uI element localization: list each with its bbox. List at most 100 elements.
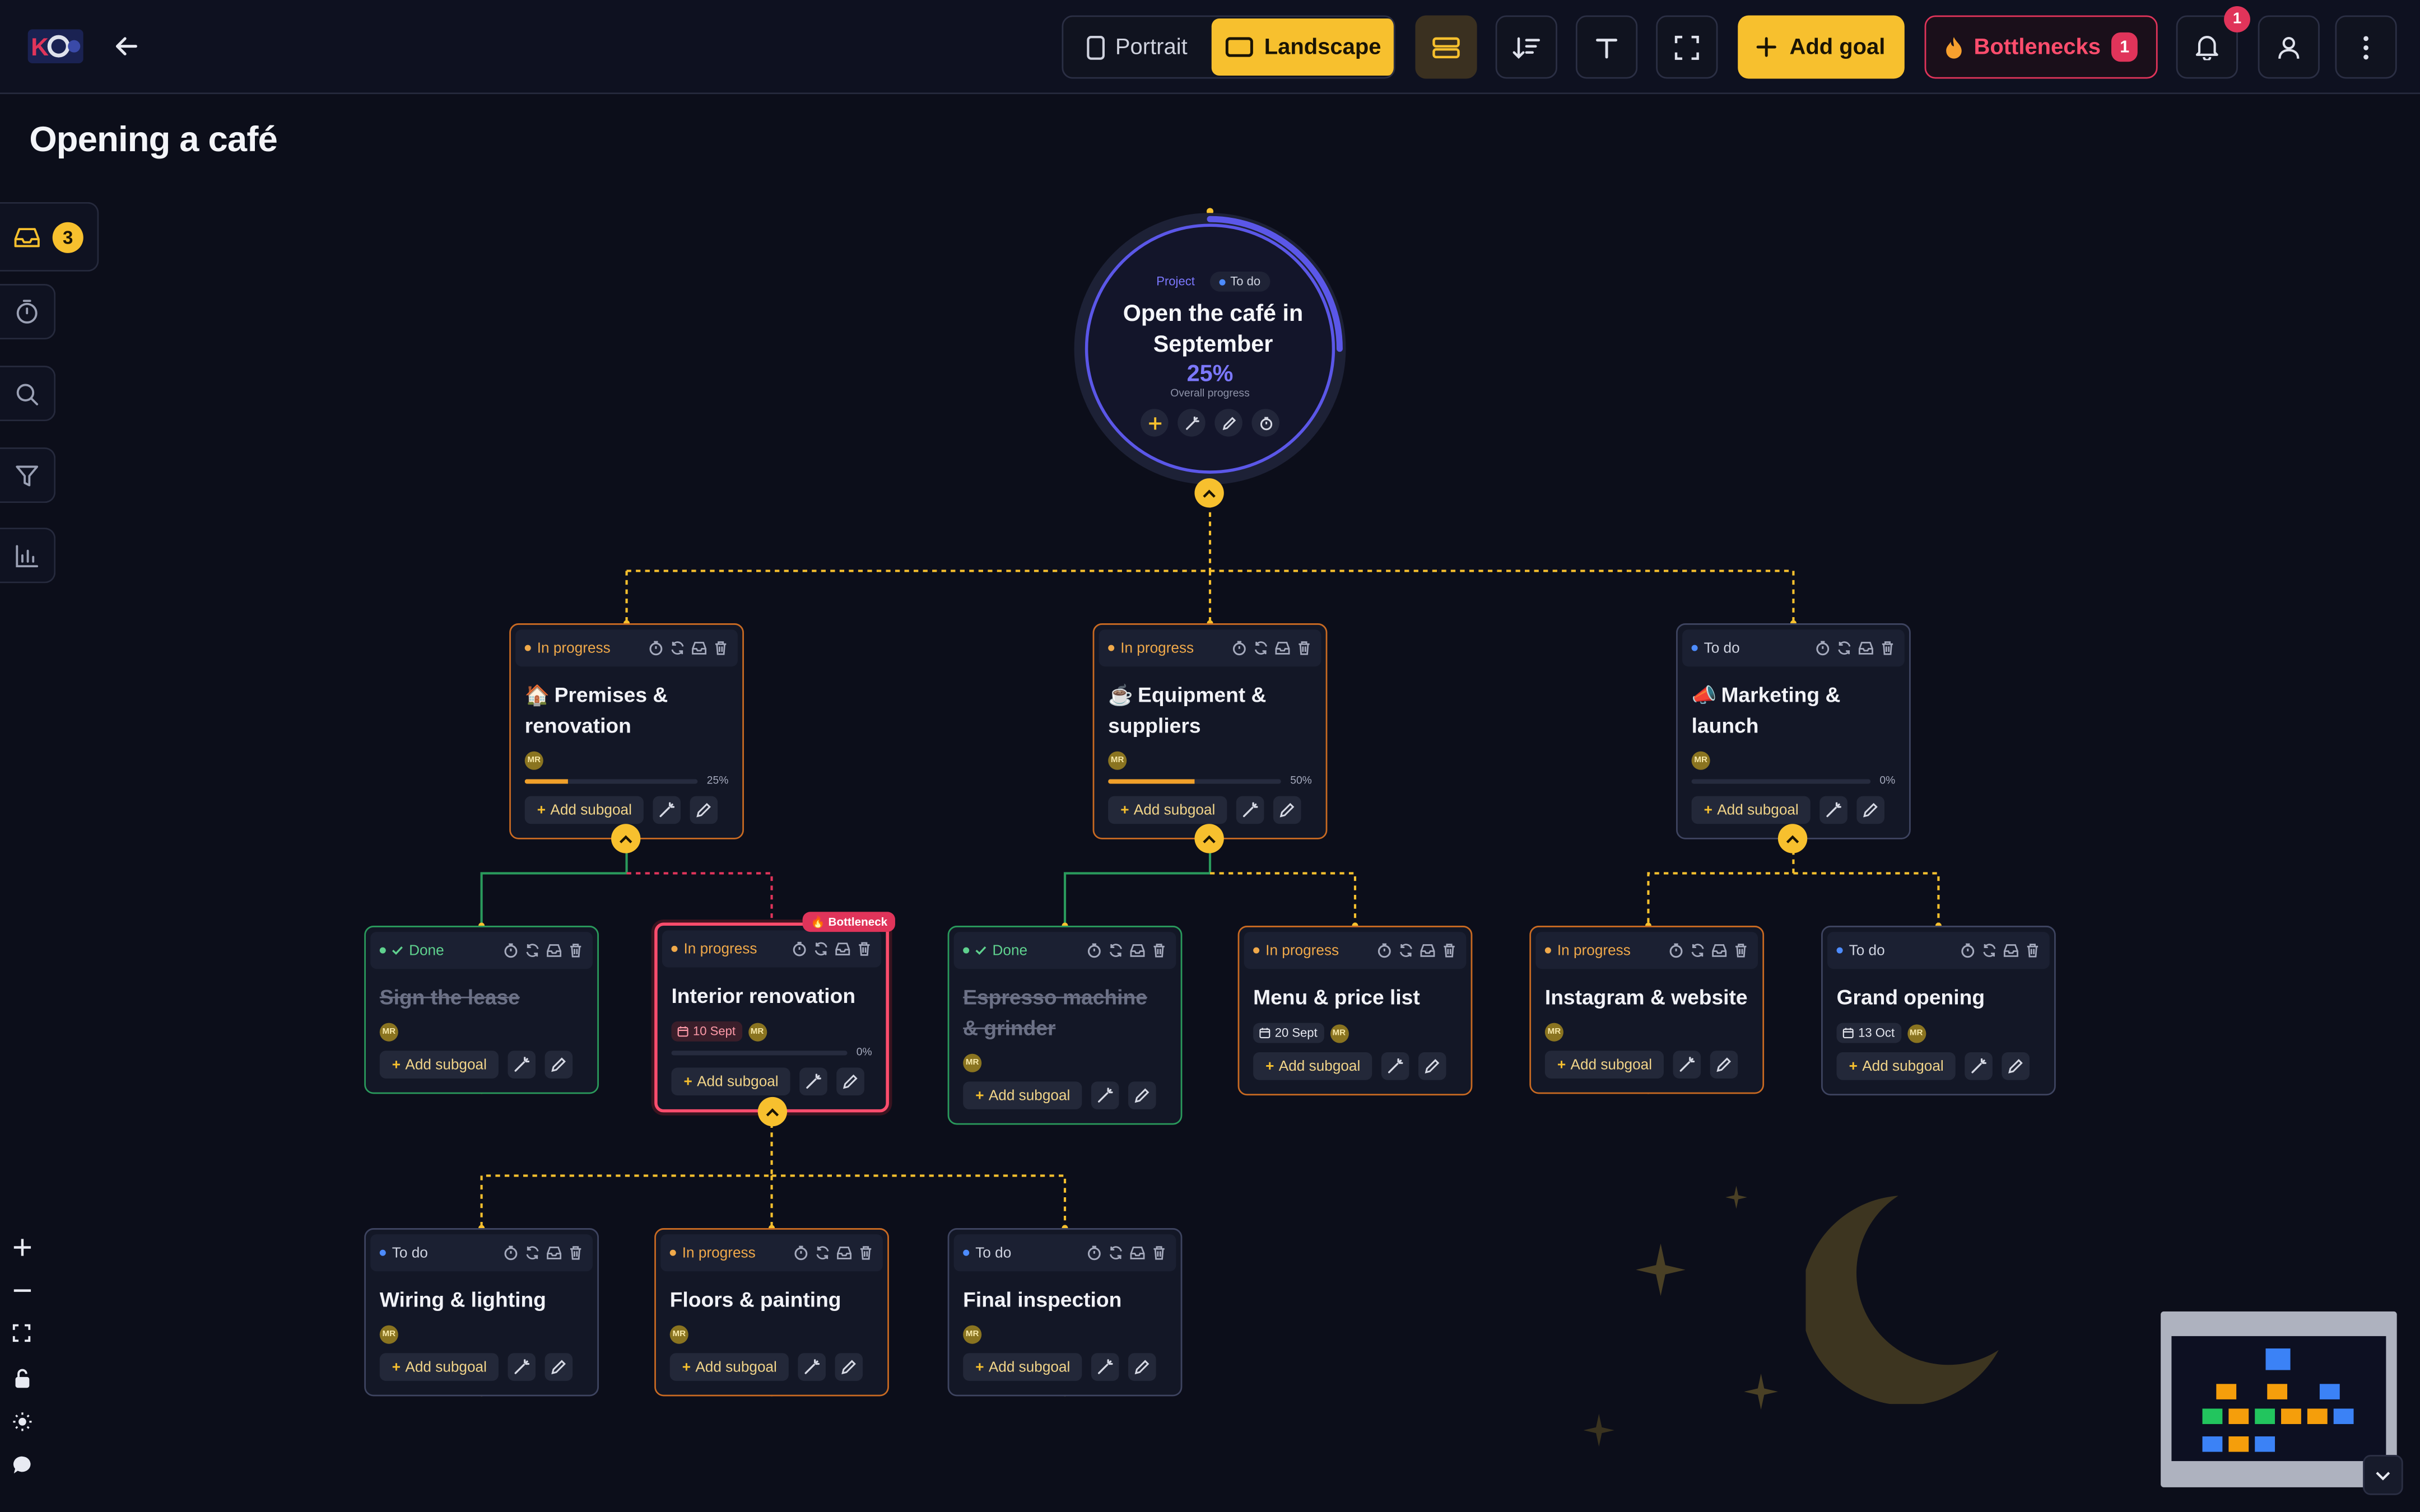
ai-assist-button[interactable] bbox=[1091, 1353, 1120, 1381]
more-menu-button[interactable] bbox=[2335, 15, 2397, 79]
root-goal-node[interactable]: Project To do Open the café in September… bbox=[1085, 223, 1335, 474]
collapse-interior-button[interactable] bbox=[757, 1096, 788, 1127]
bottlenecks-button[interactable]: Bottlenecks 1 bbox=[1924, 15, 2158, 79]
status-pill[interactable]: In progress bbox=[1108, 640, 1194, 656]
add-subgoal-button[interactable]: + Add subgoal bbox=[1253, 1052, 1373, 1080]
goal-card-interior[interactable]: 🔥 Bottleneck In progress Interior renovati… bbox=[654, 912, 895, 1113]
trash-icon[interactable] bbox=[568, 942, 584, 958]
ai-assist-button[interactable] bbox=[798, 1353, 827, 1381]
avatar[interactable]: MR bbox=[963, 1325, 982, 1344]
edit-button[interactable] bbox=[835, 1353, 864, 1381]
search-button[interactable] bbox=[0, 365, 56, 422]
trash-icon[interactable] bbox=[1151, 1245, 1167, 1261]
stopwatch-icon[interactable] bbox=[648, 640, 664, 656]
goal-card-premises[interactable]: In progress 🏠 Premises & renovation MR 25% + A… bbox=[509, 623, 744, 839]
status-pill[interactable]: In progress bbox=[1544, 942, 1631, 959]
edit-button[interactable] bbox=[1274, 796, 1302, 824]
stopwatch-icon[interactable] bbox=[1377, 942, 1393, 958]
goal-card-grand[interactable]: To do Grand opening 13 Oct MR + Add subgoal bbox=[1821, 926, 2056, 1096]
notifications-button[interactable]: 1 bbox=[2176, 6, 2250, 79]
stopwatch-icon[interactable] bbox=[1668, 942, 1684, 958]
ai-assist-button[interactable] bbox=[1673, 1051, 1702, 1079]
trash-icon[interactable] bbox=[858, 1245, 874, 1261]
goal-card-inspection[interactable]: To do Final inspection MR + Add subgoal bbox=[947, 1228, 1183, 1397]
edit-button[interactable] bbox=[1129, 1353, 1157, 1381]
ai-assist-button[interactable] bbox=[508, 1353, 537, 1381]
ai-assist-button[interactable] bbox=[1965, 1052, 1993, 1080]
filter-button[interactable] bbox=[0, 447, 56, 503]
inbox-icon[interactable] bbox=[1420, 942, 1436, 958]
minimap[interactable] bbox=[2161, 1311, 2397, 1487]
avatar[interactable]: MR bbox=[524, 751, 543, 770]
avatar[interactable]: MR bbox=[1907, 1024, 1926, 1043]
avatar[interactable]: MR bbox=[1329, 1024, 1348, 1043]
recurring-icon[interactable] bbox=[670, 640, 686, 656]
inbox-icon[interactable] bbox=[691, 640, 707, 656]
fit-view-button[interactable] bbox=[8, 1319, 36, 1347]
due-date-chip[interactable]: 20 Sept bbox=[1253, 1023, 1324, 1043]
fullscreen-button[interactable] bbox=[1656, 15, 1718, 79]
ai-assist-button[interactable] bbox=[653, 796, 682, 824]
avatar[interactable]: MR bbox=[1108, 751, 1127, 770]
root-add-button[interactable] bbox=[1141, 409, 1169, 437]
trash-icon[interactable] bbox=[857, 941, 872, 957]
stopwatch-icon[interactable] bbox=[793, 1245, 809, 1261]
inbox-button[interactable]: 3 bbox=[0, 202, 99, 272]
avatar[interactable]: MR bbox=[1544, 1023, 1563, 1042]
edit-button[interactable] bbox=[2002, 1052, 2031, 1080]
recurring-icon[interactable] bbox=[1108, 1245, 1124, 1261]
status-pill[interactable]: In progress bbox=[669, 1244, 756, 1261]
inbox-icon[interactable] bbox=[836, 1245, 852, 1261]
root-edit-button[interactable] bbox=[1214, 409, 1242, 437]
inbox-icon[interactable] bbox=[546, 942, 562, 958]
profile-button[interactable] bbox=[2258, 15, 2320, 79]
goal-card-espresso[interactable]: Done Espresso machine & grinder MR + Add sub… bbox=[947, 926, 1183, 1125]
avatar[interactable]: MR bbox=[379, 1325, 398, 1344]
comment-button[interactable] bbox=[8, 1450, 36, 1478]
recurring-icon[interactable] bbox=[1108, 942, 1124, 958]
status-pill[interactable]: To do bbox=[1691, 640, 1740, 656]
avatar[interactable]: MR bbox=[748, 1022, 767, 1041]
status-pill[interactable]: Done bbox=[963, 942, 1027, 959]
ai-assist-button[interactable] bbox=[508, 1051, 537, 1079]
status-pill[interactable]: In progress bbox=[1253, 942, 1339, 959]
inbox-icon[interactable] bbox=[1130, 942, 1146, 958]
recurring-icon[interactable] bbox=[1982, 942, 1998, 958]
status-pill[interactable]: Done bbox=[379, 942, 444, 959]
avatar[interactable]: MR bbox=[1691, 751, 1710, 770]
zoom-in-button[interactable] bbox=[8, 1233, 36, 1261]
theme-button[interactable] bbox=[8, 1407, 36, 1435]
ai-assist-button[interactable] bbox=[1091, 1081, 1120, 1109]
add-subgoal-button[interactable]: + Add subgoal bbox=[671, 1067, 791, 1096]
status-pill[interactable]: To do bbox=[379, 1244, 428, 1261]
inbox-icon[interactable] bbox=[1858, 640, 1874, 656]
add-subgoal-button[interactable]: + Add subgoal bbox=[669, 1353, 789, 1381]
inbox-icon[interactable] bbox=[835, 941, 851, 957]
layout-button[interactable] bbox=[1415, 15, 1477, 79]
collapse-premises-button[interactable] bbox=[611, 824, 641, 853]
ai-assist-button[interactable] bbox=[800, 1067, 828, 1096]
recurring-icon[interactable] bbox=[813, 941, 829, 957]
timer-button[interactable] bbox=[0, 283, 56, 340]
inbox-icon[interactable] bbox=[1711, 942, 1727, 958]
goal-card-lease[interactable]: Done Sign the lease MR + Add subgoal bbox=[364, 926, 599, 1094]
goal-card-floors[interactable]: In progress Floors & painting MR + Add subgo… bbox=[654, 1228, 889, 1397]
goal-card-instagram[interactable]: In progress Instagram & website MR + Add sub… bbox=[1529, 926, 1765, 1094]
trash-icon[interactable] bbox=[568, 1245, 584, 1261]
status-pill[interactable]: In progress bbox=[671, 940, 757, 958]
inbox-icon[interactable] bbox=[2003, 942, 2019, 958]
add-subgoal-button[interactable]: + Add subgoal bbox=[379, 1051, 499, 1079]
edit-button[interactable] bbox=[545, 1353, 574, 1381]
stopwatch-icon[interactable] bbox=[503, 1245, 519, 1261]
recurring-icon[interactable] bbox=[815, 1245, 831, 1261]
inbox-icon[interactable] bbox=[1130, 1245, 1146, 1261]
add-subgoal-button[interactable]: + Add subgoal bbox=[963, 1081, 1083, 1109]
zoom-out-button[interactable] bbox=[8, 1276, 36, 1304]
edit-button[interactable] bbox=[1419, 1052, 1447, 1080]
collapse-equipment-button[interactable] bbox=[1194, 824, 1224, 853]
ai-assist-button[interactable] bbox=[1820, 796, 1848, 824]
recurring-icon[interactable] bbox=[1690, 942, 1706, 958]
avatar[interactable]: MR bbox=[963, 1053, 982, 1072]
trash-icon[interactable] bbox=[1151, 942, 1167, 958]
stopwatch-icon[interactable] bbox=[1087, 1245, 1102, 1261]
